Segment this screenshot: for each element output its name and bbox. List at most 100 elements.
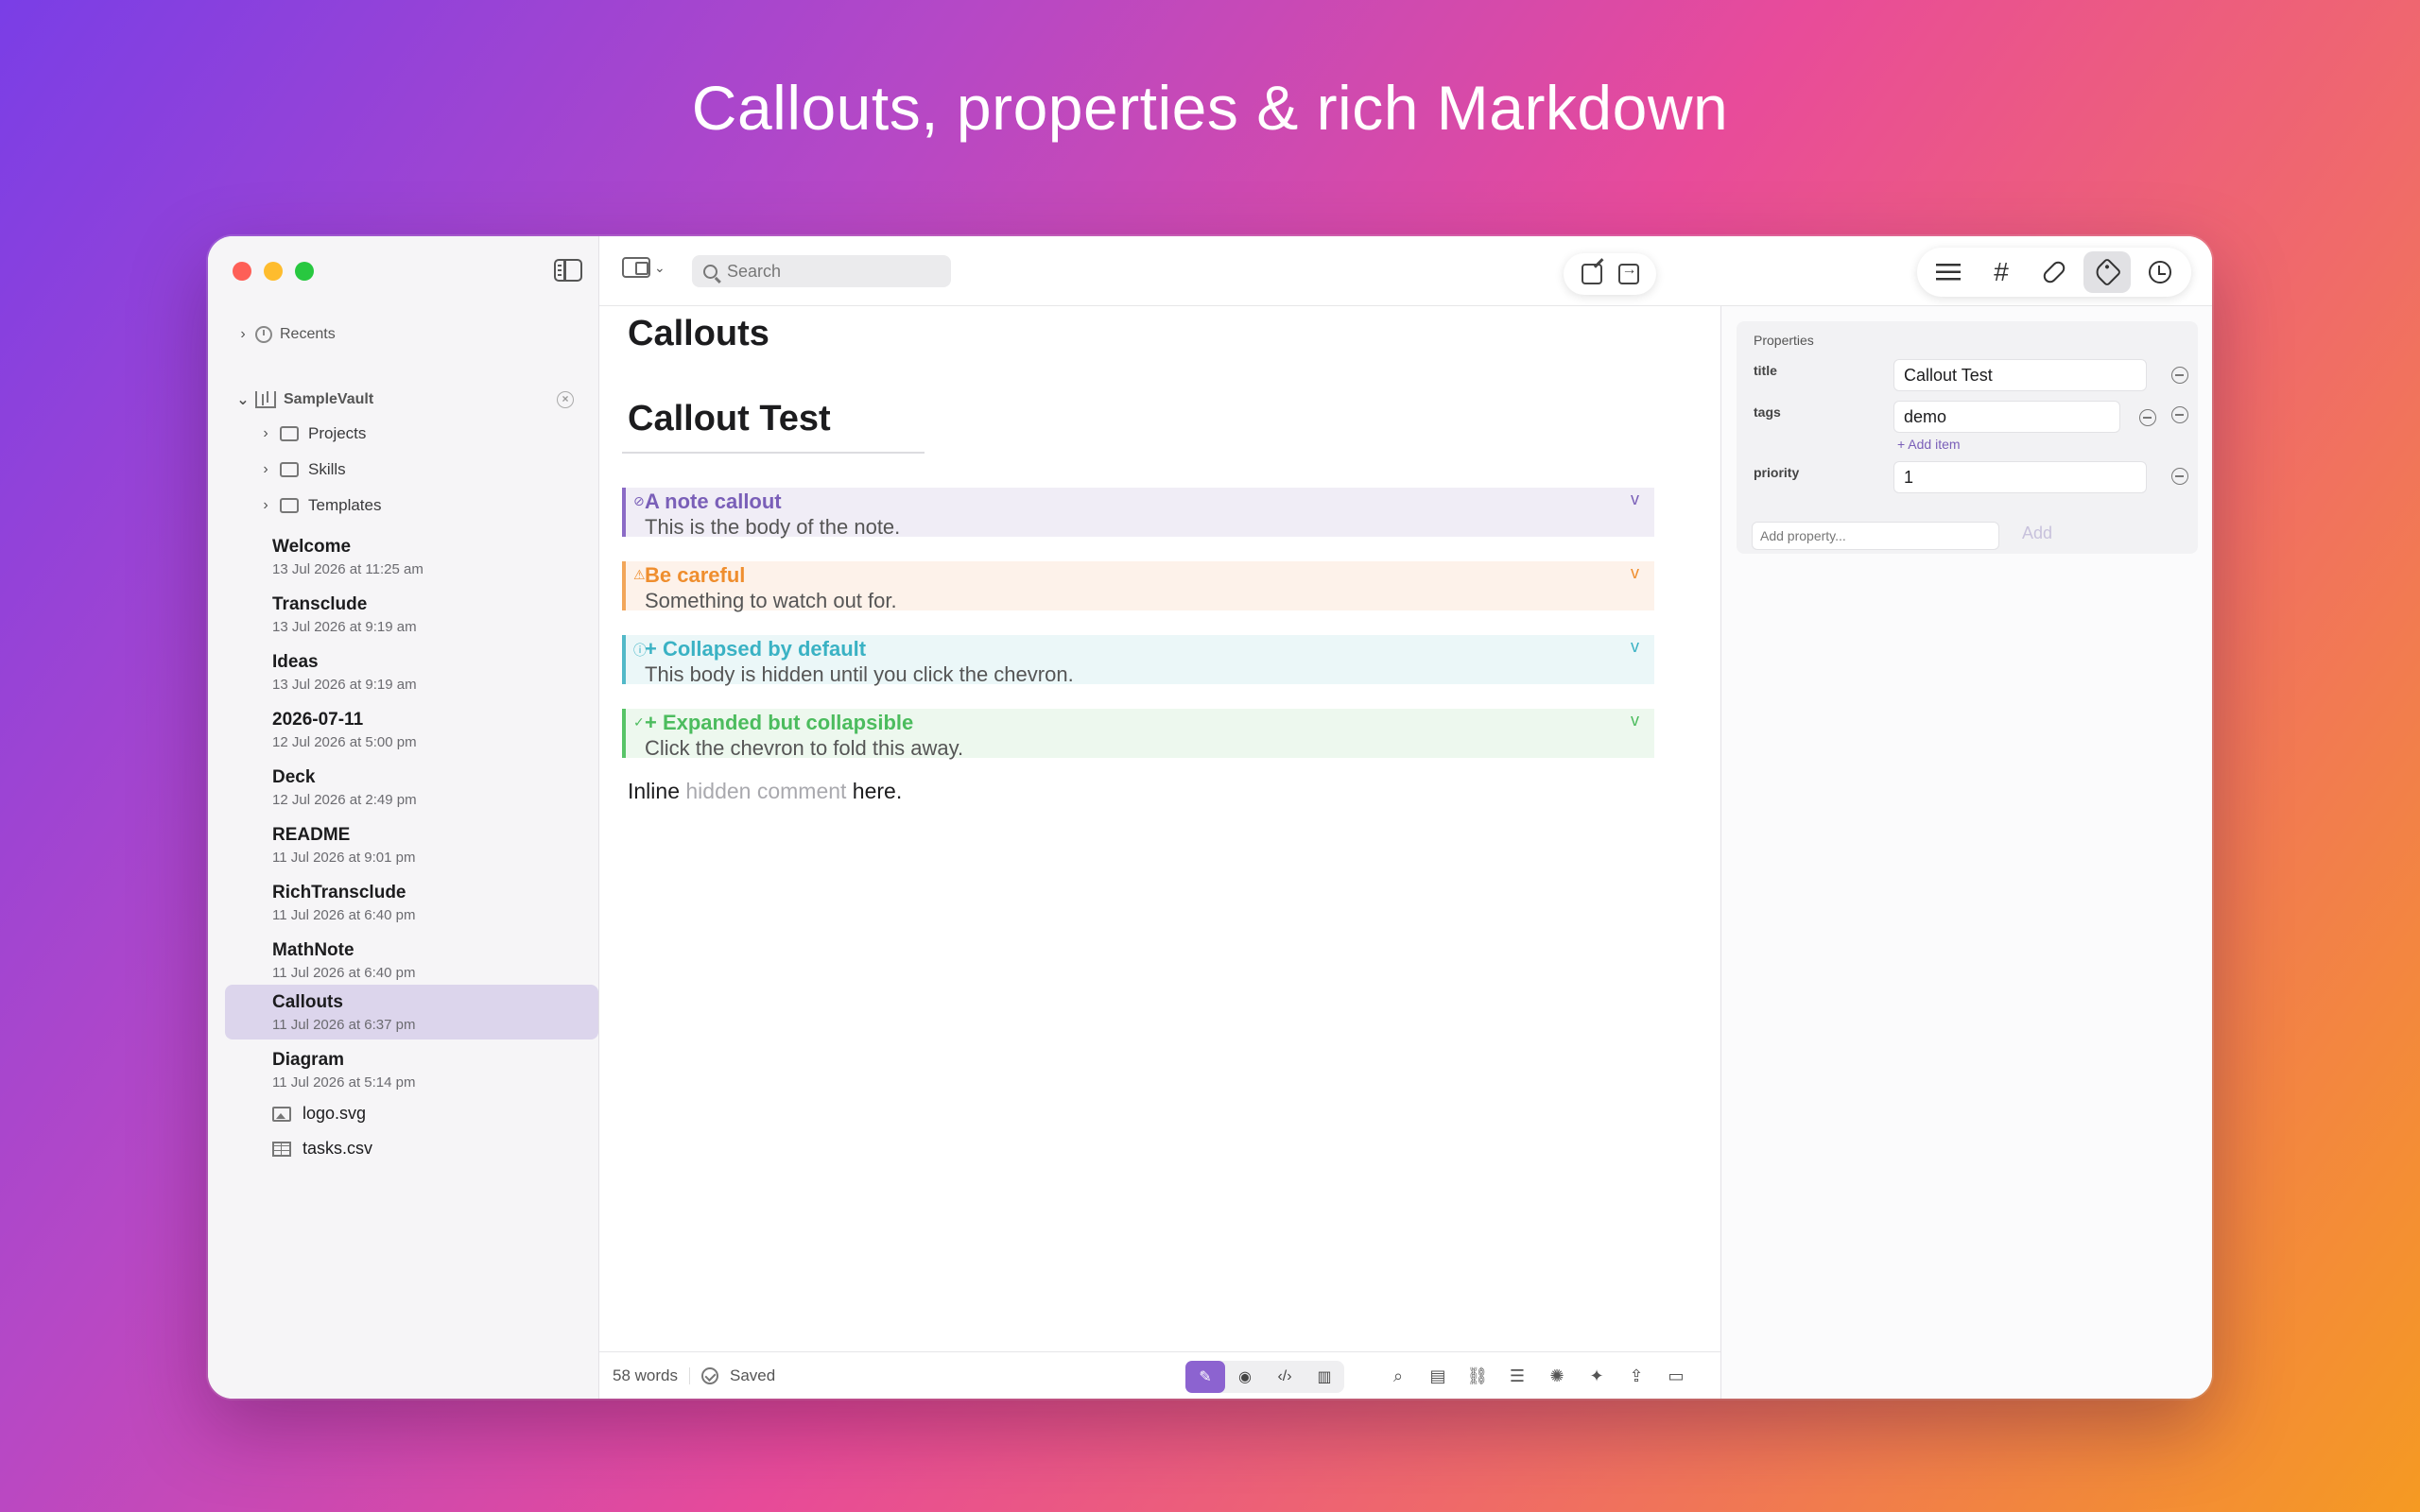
folder-icon [280, 462, 299, 477]
link-icon [2040, 258, 2068, 286]
saved-status: Saved [729, 1366, 776, 1384]
property-priority-field[interactable]: 1 [1893, 461, 2147, 493]
note-date: 13 Jul 2026 at 9:19 am [272, 619, 417, 635]
note-item-welcome[interactable]: Welcome 13 Jul 2026 at 11:25 am [225, 529, 598, 586]
minimize-window-button[interactable] [264, 262, 283, 281]
chevron-down-icon[interactable]: v [1631, 637, 1639, 657]
chevron-down-icon[interactable]: v [1631, 711, 1639, 730]
sidebar-toggle-icon[interactable] [554, 259, 582, 282]
sidebar: › Recents ⌄ SampleVault × › Projects › S… [208, 236, 599, 1399]
vault-header[interactable]: ⌄ SampleVault × [236, 390, 583, 409]
app-window: › Recents ⌄ SampleVault × › Projects › S… [208, 236, 2212, 1399]
remove-property-icon[interactable] [2171, 468, 2188, 485]
chevron-right-icon: › [263, 461, 268, 477]
headline: Callouts, properties & rich Markdown [691, 73, 1729, 143]
folder-icon [280, 426, 299, 441]
source-mode-button[interactable]: ‹/› [1265, 1361, 1305, 1393]
chevron-down-icon[interactable]: v [1631, 490, 1639, 509]
pencil-icon: ⊘ [633, 493, 645, 508]
note-actions [1564, 253, 1656, 295]
folder-label: Skills [308, 460, 346, 478]
sparkle-icon[interactable]: ✦ [1582, 1362, 1611, 1390]
note-item-diagram[interactable]: Diagram 11 Jul 2026 at 5:14 pm [225, 1042, 598, 1099]
close-window-button[interactable] [233, 262, 251, 281]
section-heading: Callout Test [628, 399, 831, 438]
note-title: README [272, 825, 351, 845]
chevron-right-icon: › [263, 497, 268, 513]
folder-skills[interactable]: › Skills [259, 460, 598, 479]
history-button[interactable] [2136, 251, 2184, 293]
note-item-readme[interactable]: README 11 Jul 2026 at 9:01 pm [225, 817, 598, 874]
search-placeholder: Search [727, 261, 782, 281]
note-date: 12 Jul 2026 at 5:00 pm [272, 734, 417, 750]
note-item-daily[interactable]: 2026-07-11 12 Jul 2026 at 5:00 pm [225, 702, 598, 759]
note-title: MathNote [272, 940, 354, 960]
note-item-deck[interactable]: Deck 12 Jul 2026 at 2:49 pm [225, 760, 598, 816]
find-icon[interactable]: ⌕ [1384, 1362, 1412, 1390]
table-file-icon [272, 1141, 291, 1157]
folder-templates[interactable]: › Templates [259, 496, 598, 515]
tags-button[interactable]: # [1978, 251, 2025, 293]
file-item-logo[interactable]: logo.svg [272, 1104, 366, 1124]
note-item-richtransclude[interactable]: RichTransclude 11 Jul 2026 at 6:40 pm [225, 875, 598, 932]
zoom-window-button[interactable] [295, 262, 314, 281]
note-title: Transclude [272, 594, 368, 614]
note-title: Diagram [272, 1050, 345, 1070]
properties-button[interactable] [2083, 251, 2131, 293]
heading-rule [622, 452, 925, 454]
inline-suffix: here. [846, 779, 903, 803]
new-note-icon[interactable] [1581, 264, 1602, 284]
add-property-button[interactable]: Add [2022, 524, 2052, 543]
outline-icon[interactable]: ☰ [1503, 1362, 1531, 1390]
share-icon[interactable]: ⇪ [1622, 1362, 1651, 1390]
present-icon[interactable]: ▭ [1662, 1362, 1690, 1390]
folder-projects[interactable]: › Projects [259, 424, 598, 443]
callout-body: This is the body of the note. [645, 515, 901, 539]
editor[interactable]: Callouts Callout Test ⊘ A note callout T… [599, 306, 1720, 1351]
folder-icon [280, 498, 299, 513]
search-input[interactable]: Search [692, 255, 951, 287]
note-item-transclude[interactable]: Transclude 13 Jul 2026 at 9:19 am [225, 587, 598, 644]
code-icon: ‹/› [1277, 1368, 1292, 1384]
remove-property-icon[interactable] [2171, 406, 2188, 423]
remove-tag-icon[interactable] [2139, 409, 2156, 426]
reading-mode-button[interactable]: ◉ [1225, 1361, 1265, 1393]
folder-label: Projects [308, 424, 367, 442]
export-icon[interactable] [1617, 262, 1639, 284]
tag-chip-field[interactable]: demo [1893, 401, 2120, 433]
note-item-mathnote[interactable]: MathNote 11 Jul 2026 at 6:40 pm [225, 933, 598, 989]
note-date: 12 Jul 2026 at 2:49 pm [272, 792, 417, 808]
note-title: Welcome [272, 537, 352, 557]
callout-body: This body is hidden until you click the … [645, 662, 1074, 686]
callout-title: A note callout [645, 490, 782, 513]
reader-icon[interactable]: ▤ [1424, 1362, 1452, 1390]
inline-prefix: Inline [628, 779, 686, 803]
vault-switcher[interactable]: ⌄ [622, 257, 666, 278]
property-title-field[interactable]: Callout Test [1893, 359, 2147, 391]
note-date: 13 Jul 2026 at 9:19 am [272, 677, 417, 693]
split-mode-button[interactable]: ▥ [1305, 1361, 1344, 1393]
file-item-tasks[interactable]: tasks.csv [272, 1139, 372, 1159]
note-item-callouts[interactable]: Callouts 11 Jul 2026 at 6:37 pm [225, 985, 598, 1040]
add-property-input[interactable]: Add property... [1752, 522, 1999, 550]
callout-title: Be careful [645, 563, 746, 587]
close-vault-icon[interactable]: × [557, 391, 574, 408]
chevron-right-icon: › [240, 326, 246, 342]
chevron-down-icon[interactable]: v [1631, 563, 1639, 583]
history-icon [2149, 261, 2171, 284]
note-date: 11 Jul 2026 at 6:37 pm [272, 1017, 416, 1033]
links-button[interactable] [2031, 251, 2078, 293]
link-icon[interactable]: ⛓ [1463, 1362, 1492, 1390]
add-item-button[interactable]: + Add item [1897, 437, 1961, 452]
search-icon [703, 264, 717, 279]
note-date: 11 Jul 2026 at 6:40 pm [272, 907, 416, 923]
chevron-right-icon: › [263, 425, 268, 441]
property-label-tags: tags [1754, 404, 1781, 420]
note-item-ideas[interactable]: Ideas 13 Jul 2026 at 9:19 am [225, 644, 598, 701]
outline-button[interactable] [1925, 251, 1972, 293]
callout-success: ✓ + Expanded but collapsible Click the c… [622, 709, 1654, 760]
remove-property-icon[interactable] [2171, 367, 2188, 384]
live-preview-mode-button[interactable]: ✎ [1185, 1361, 1225, 1393]
recents-section[interactable]: › Recents [236, 326, 598, 343]
brain-icon[interactable]: ✺ [1543, 1362, 1571, 1390]
